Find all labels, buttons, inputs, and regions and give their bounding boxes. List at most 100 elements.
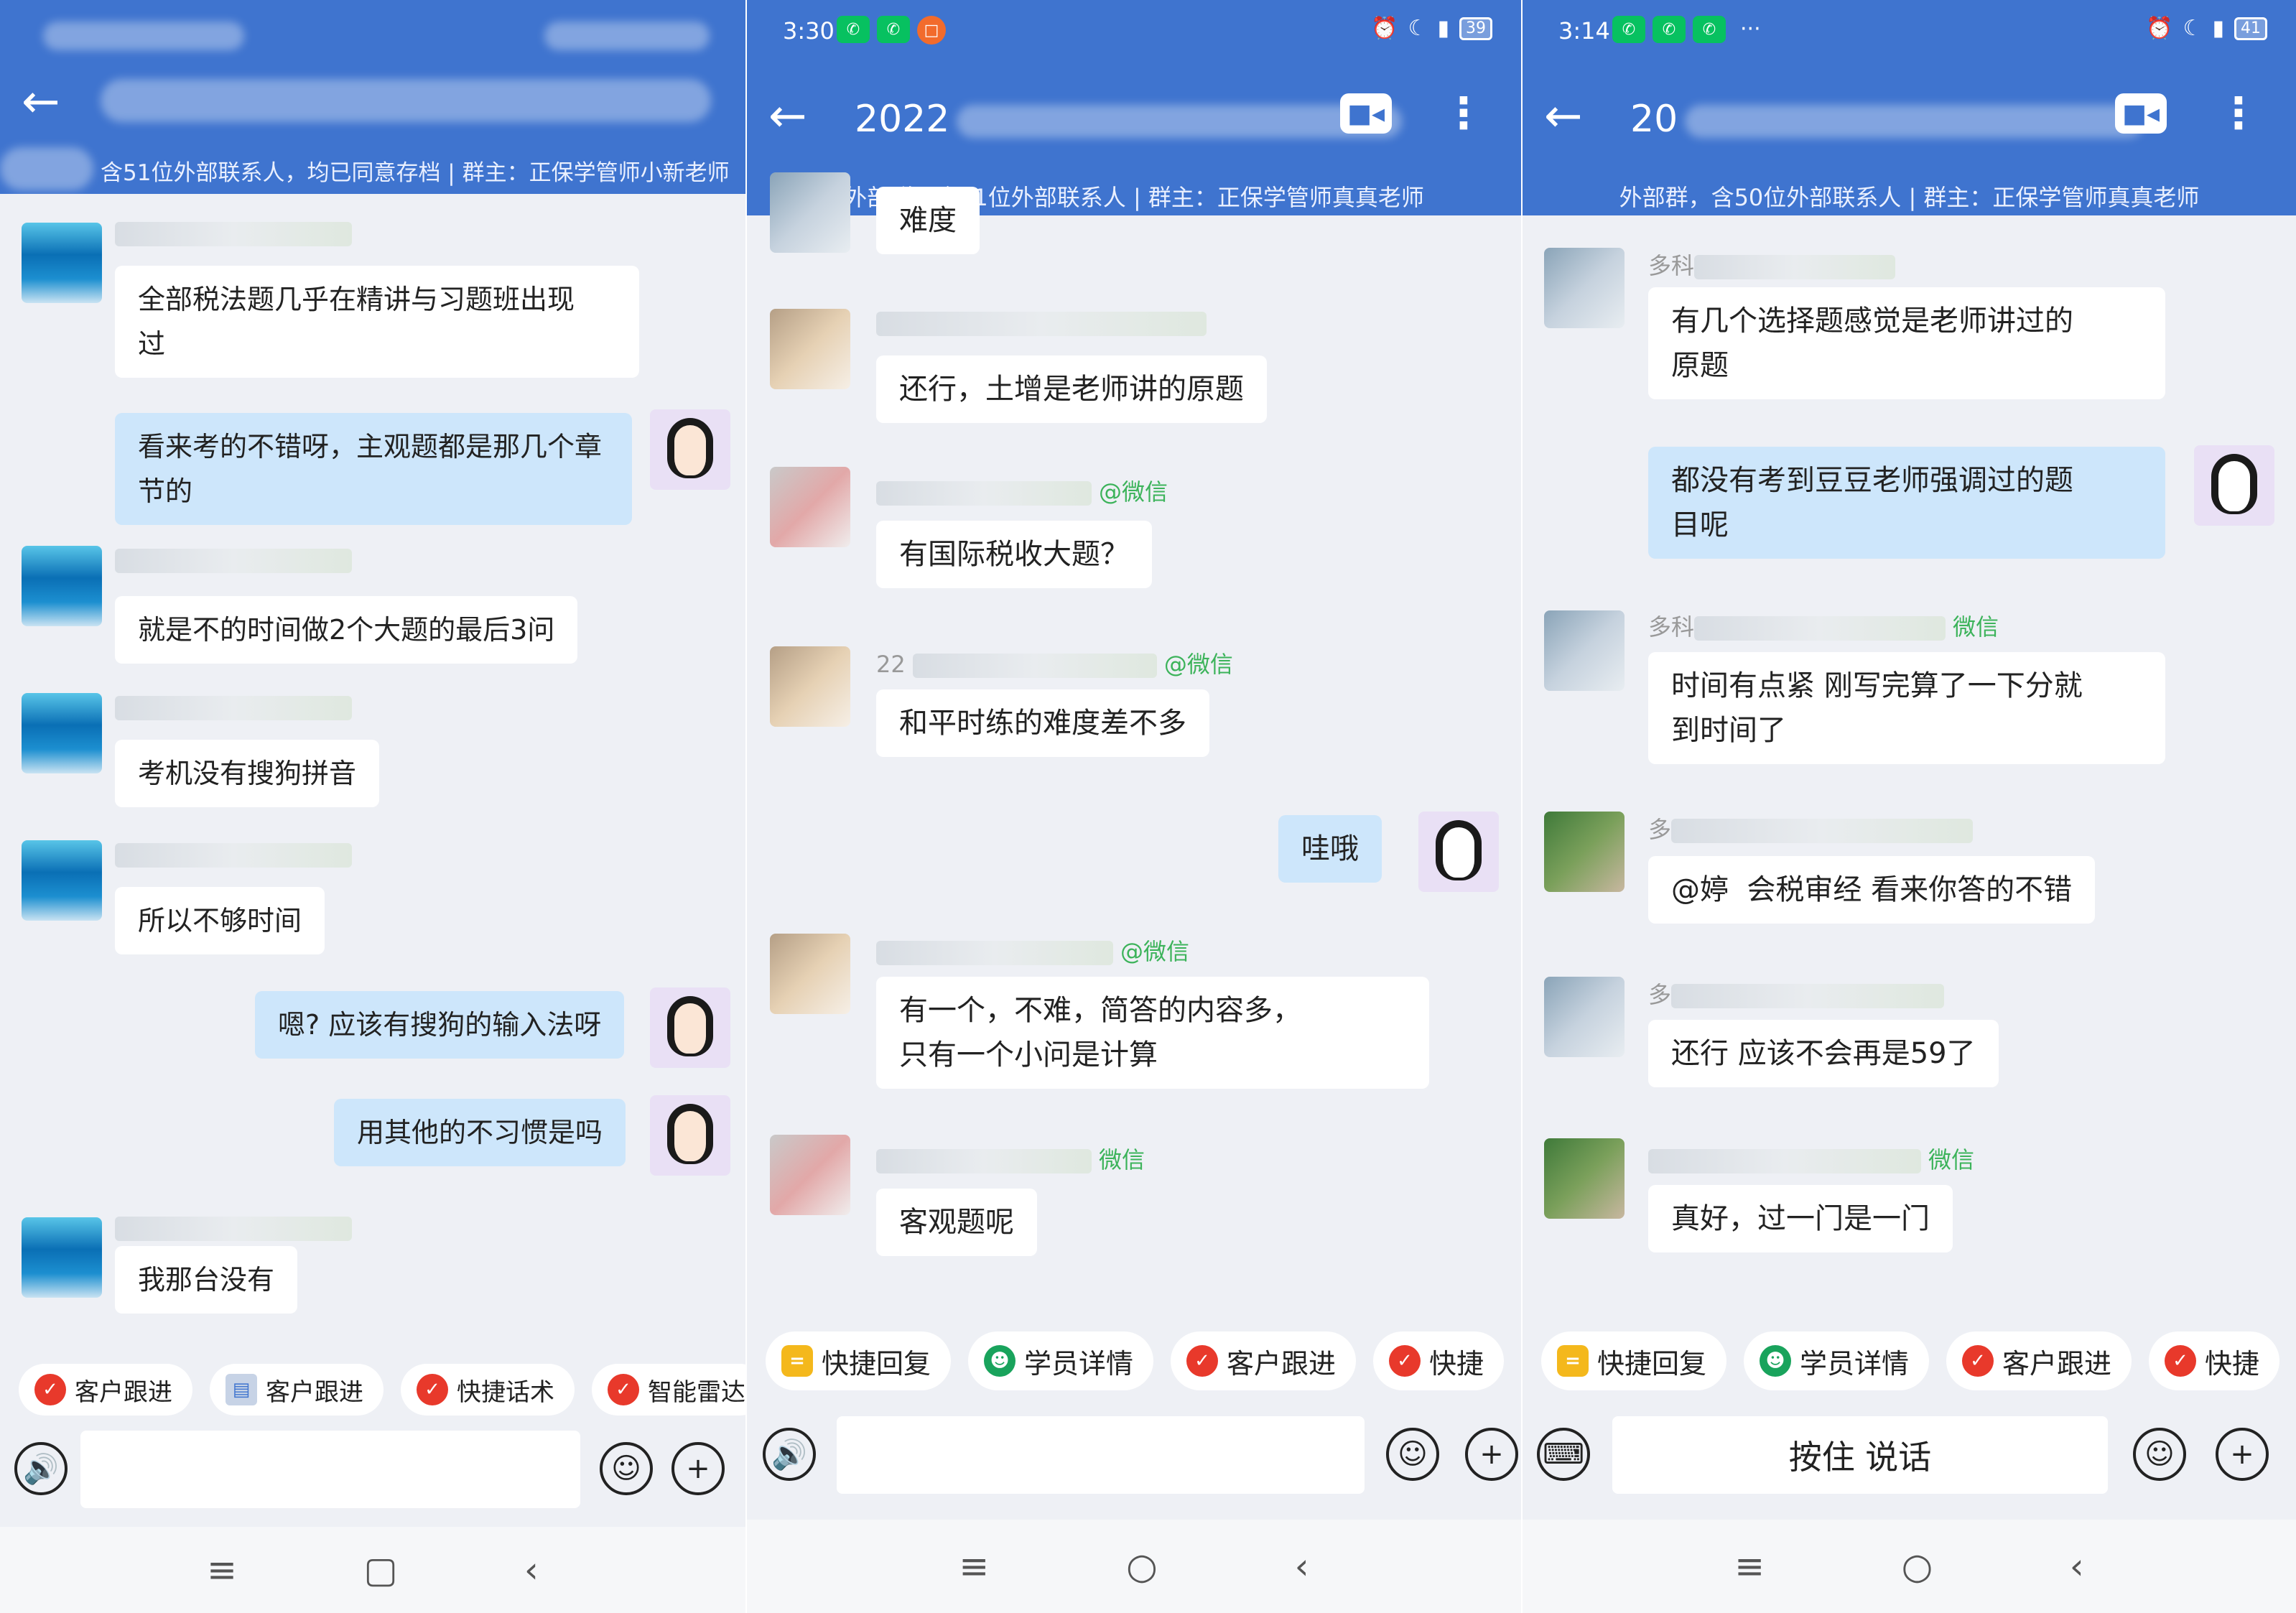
- avatar[interactable]: [770, 172, 850, 253]
- avatar[interactable]: [770, 309, 850, 389]
- signal-icon: ▮: [1437, 16, 1449, 41]
- my-message-bubble[interactable]: 哇哦: [1278, 815, 1382, 883]
- menu-icon[interactable]: ≡: [1734, 1545, 1765, 1587]
- avatar[interactable]: [770, 646, 850, 727]
- back-arrow-icon[interactable]: ←: [1544, 93, 1583, 139]
- message-input[interactable]: [837, 1416, 1365, 1494]
- emoji-icon[interactable]: ☺: [600, 1442, 653, 1495]
- message-bubble[interactable]: 真好，过一门是一门: [1648, 1185, 1953, 1252]
- message-bubble[interactable]: 所以不够时间: [115, 887, 325, 954]
- message-bubble[interactable]: 我那台没有: [115, 1246, 298, 1314]
- home-icon[interactable]: ○: [1902, 1545, 1933, 1587]
- message-bubble[interactable]: 有一个，不难，简答的内容多， 只有一个小问是计算: [876, 977, 1429, 1089]
- video-call-icon[interactable]: ■◂: [2115, 93, 2167, 134]
- my-avatar[interactable]: [650, 987, 730, 1068]
- quick-action-bar: = 快捷回复 ☻ 学员详情 ✓ 客户跟进 ✓ 快捷: [1523, 1321, 2296, 1400]
- avatar[interactable]: [22, 223, 102, 303]
- menu-icon[interactable]: ≡: [207, 1549, 237, 1591]
- home-icon[interactable]: ▢: [363, 1549, 397, 1591]
- status-bar: 3:14 ✆ ✆ ✆ ··· ⏰ ☾ ▮ 41: [1523, 0, 2296, 65]
- customer-followup-icon: ✓: [1962, 1345, 1994, 1377]
- student-details-chip[interactable]: ☻ 学员详情: [1744, 1331, 1930, 1390]
- my-message-bubble[interactable]: 看来考的不错呀，主观题都是那几个章 节的: [115, 413, 632, 525]
- chat-panel-2: 3:30 ✆ ✆ □ ⏰ ☾ ▮ 39 ← 2022 ■◂ ⋮ 外部群，含51位…: [747, 0, 1521, 1613]
- plus-icon[interactable]: +: [2216, 1428, 2269, 1481]
- shortcut-chip[interactable]: ✓ 快捷: [2149, 1331, 2280, 1390]
- status-right: ⏰ ☾ ▮ 39: [1371, 16, 1492, 41]
- message-bubble[interactable]: 有几个选择题感觉是老师讲过的 原题: [1648, 287, 2165, 399]
- plus-icon[interactable]: +: [1465, 1428, 1518, 1481]
- voice-icon[interactable]: 🔊: [763, 1428, 816, 1481]
- status-right: ⏰ ☾ ▮ 41: [2146, 16, 2267, 41]
- more-vertical-icon[interactable]: ⋮: [1442, 85, 1485, 142]
- plus-icon[interactable]: +: [671, 1442, 725, 1495]
- my-avatar[interactable]: [650, 1095, 730, 1176]
- more-vertical-icon[interactable]: ⋮: [2217, 85, 2260, 142]
- message-list[interactable]: 多科 有几个选择题感觉是老师讲过的 原题 都没有考到豆豆老师强调过的题 目呢 多…: [1523, 215, 2296, 1307]
- hold-to-talk-button[interactable]: 按住 说话: [1612, 1416, 2108, 1494]
- my-message-bubble[interactable]: 用其他的不习惯是吗: [334, 1099, 626, 1166]
- message-bubble[interactable]: 客观题呢: [876, 1189, 1037, 1256]
- nav-back-icon[interactable]: ‹: [1295, 1545, 1309, 1587]
- quick-script[interactable]: ✓ 快捷话术: [401, 1364, 575, 1416]
- battery-icon: 39: [1459, 17, 1492, 40]
- my-message-bubble[interactable]: 都没有考到豆豆老师强调过的题 目呢: [1648, 447, 2165, 559]
- voice-icon[interactable]: 🔊: [14, 1442, 68, 1495]
- message-list[interactable]: 全部税法题几乎在精讲与习题班出现 过 看来考的不错呀，主观题都是那几个章 节的 …: [0, 197, 745, 1339]
- avatar[interactable]: [1544, 610, 1625, 691]
- student-details-chip[interactable]: ☻ 学员详情: [968, 1331, 1154, 1390]
- avatar[interactable]: [770, 467, 850, 547]
- message-bubble[interactable]: 还行，土增是老师讲的原题: [876, 355, 1267, 423]
- emoji-icon[interactable]: ☺: [1386, 1428, 1439, 1481]
- menu-icon[interactable]: ≡: [959, 1545, 989, 1587]
- message-bubble[interactable]: 还行 应该不会再是59了: [1648, 1020, 1999, 1087]
- message-bubble[interactable]: 考机没有搜狗拼音: [115, 740, 380, 807]
- quick-reply-icon: =: [781, 1345, 813, 1377]
- nav-back-icon[interactable]: ‹: [2070, 1545, 2084, 1587]
- customer-followup-icon: ✓: [1186, 1345, 1219, 1377]
- my-avatar[interactable]: [1418, 812, 1499, 892]
- status-time: 3:30: [783, 17, 835, 45]
- quick-customer-followup[interactable]: ✓ 客户跟进: [19, 1364, 192, 1416]
- notification-icon: □: [917, 16, 946, 45]
- keyboard-icon[interactable]: ⌨: [1537, 1428, 1590, 1481]
- blurred-status-right: [544, 22, 710, 50]
- quick-reply-chip[interactable]: = 快捷回复: [766, 1331, 952, 1390]
- message-bubble[interactable]: 和平时练的难度差不多: [876, 689, 1209, 757]
- avatar[interactable]: [770, 1135, 850, 1215]
- message-bubble[interactable]: 就是不的时间做2个大题的最后3问: [115, 596, 578, 664]
- group-subtitle: 外部群，含51位外部联系人 | 群主：正保学管师真真老师: [844, 184, 1424, 211]
- video-call-icon[interactable]: ■◂: [1340, 93, 1392, 134]
- avatar[interactable]: [1544, 248, 1625, 328]
- sender-name: [115, 840, 359, 868]
- nav-back-icon[interactable]: ‹: [524, 1549, 539, 1591]
- quick-smart-radar[interactable]: ✓ 智能雷达: [592, 1364, 745, 1416]
- my-message-bubble[interactable]: 嗯? 应该有搜狗的输入法呀: [255, 991, 625, 1059]
- back-arrow-icon[interactable]: ←: [22, 79, 60, 125]
- message-bubble[interactable]: 难度: [876, 187, 980, 254]
- my-avatar[interactable]: [650, 409, 730, 490]
- avatar[interactable]: [22, 546, 102, 626]
- avatar[interactable]: [1544, 1138, 1625, 1219]
- message-input[interactable]: [80, 1431, 580, 1508]
- emoji-icon[interactable]: ☺: [2133, 1428, 2186, 1481]
- message-bubble[interactable]: 有国际税收大题？: [876, 521, 1152, 588]
- quick-reply-chip[interactable]: = 快捷回复: [1541, 1331, 1727, 1390]
- back-arrow-icon[interactable]: ←: [768, 93, 807, 139]
- avatar[interactable]: [22, 1217, 102, 1298]
- message-bubble[interactable]: @婷 会税审经 看来你答的不错: [1648, 856, 2096, 924]
- message-list[interactable]: 难度 还行，土增是老师讲的原题 @微信 有国际税收大题？ 22 @微信 和平时练…: [747, 172, 1521, 1307]
- quick-customer-followup-2[interactable]: ▤ 客户跟进: [210, 1364, 384, 1416]
- message-bubble[interactable]: 全部税法题几乎在精讲与习题班出现 过: [115, 266, 639, 378]
- message-bubble[interactable]: 时间有点紧 刚写完算了一下分就 到时间了: [1648, 652, 2165, 764]
- avatar[interactable]: [22, 840, 102, 921]
- home-icon[interactable]: ○: [1126, 1545, 1158, 1587]
- my-avatar[interactable]: [2194, 445, 2274, 526]
- customer-followup-chip[interactable]: ✓ 客户跟进: [1171, 1331, 1357, 1390]
- avatar[interactable]: [1544, 812, 1625, 892]
- avatar[interactable]: [22, 693, 102, 773]
- avatar[interactable]: [770, 934, 850, 1014]
- avatar[interactable]: [1544, 977, 1625, 1057]
- customer-followup-chip[interactable]: ✓ 客户跟进: [1946, 1331, 2132, 1390]
- shortcut-chip[interactable]: ✓ 快捷: [1373, 1331, 1505, 1390]
